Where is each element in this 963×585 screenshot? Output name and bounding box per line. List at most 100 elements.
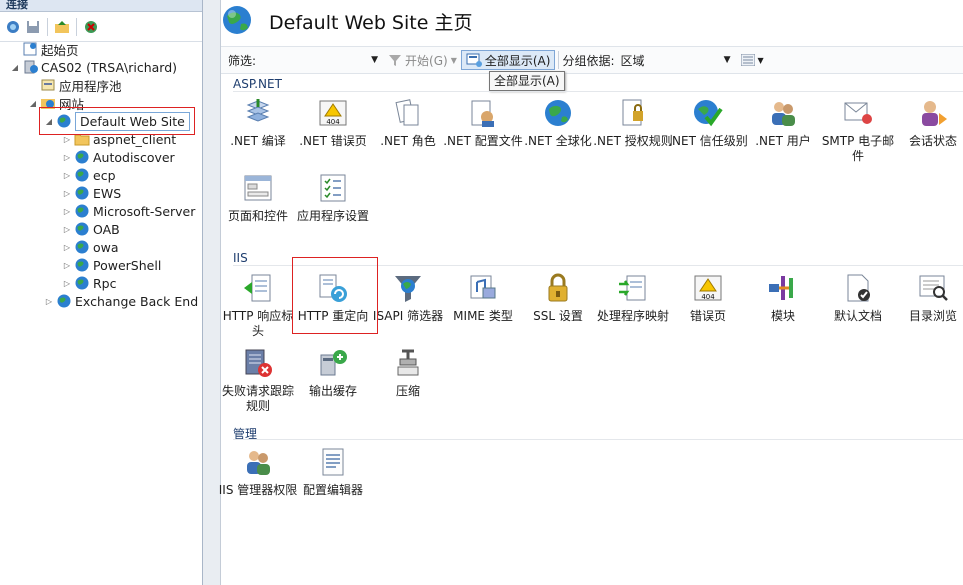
tree-node[interactable]: ▷ Microsoft-Server	[62, 202, 195, 220]
compression-icon	[391, 346, 425, 380]
feature-item[interactable]: HTTP 响应标头	[218, 271, 298, 339]
dotnet-authorization-icon	[616, 96, 650, 130]
show-all-button[interactable]: 全部显示(A)	[460, 50, 556, 70]
feature-item[interactable]: .NET 用户	[743, 96, 823, 149]
tree-expander-icon[interactable]: ▷	[62, 207, 72, 216]
tree-node[interactable]: ▷ ecp	[62, 166, 116, 184]
tree-node[interactable]: ▷ PowerShell	[62, 256, 161, 274]
feature-item[interactable]: SSL 设置	[518, 271, 598, 324]
error-pages-icon: 404	[691, 271, 725, 305]
tree-expander-icon[interactable]: ▷	[62, 279, 72, 288]
feature-item[interactable]: 失败请求跟踪规则	[218, 346, 298, 414]
pages-controls-icon	[241, 171, 275, 205]
tree-expander-icon[interactable]: ▷	[62, 225, 72, 234]
feature-item[interactable]: .NET 角色	[368, 96, 448, 149]
feature-item[interactable]: .NET 信任级别	[668, 96, 748, 149]
tree-node[interactable]: 起始页	[10, 40, 79, 58]
feature-item[interactable]: IIS 管理器权限	[218, 445, 298, 498]
feature-label: .NET 配置文件	[443, 134, 523, 148]
filter-input[interactable]: ▼	[256, 51, 378, 69]
page-header: Default Web Site 主页	[221, 0, 472, 42]
chevron-down-icon: ▼	[450, 55, 457, 65]
app-pools-icon	[40, 77, 56, 93]
filter-bar: 筛选: ▼ 开始(G) ▼ 全部显示(A) 分组依据: 区域 ▼ ▼	[221, 46, 963, 74]
feature-item[interactable]: 目录浏览	[893, 271, 963, 324]
tree-node-label: OAB	[93, 221, 120, 237]
tree-expander-icon[interactable]: ▷	[62, 189, 72, 198]
feature-item[interactable]: 会话状态	[893, 96, 963, 149]
dotnet-users-icon	[766, 96, 800, 130]
section-header[interactable]: ASP.NET	[233, 77, 282, 91]
feature-item[interactable]: 压缩	[368, 346, 448, 399]
view-mode-button[interactable]: ▼	[737, 50, 768, 70]
up-folder-icon[interactable]	[53, 18, 71, 36]
tree-node[interactable]: ◢ CAS02 (TRSA\richard)	[10, 58, 177, 76]
tree-node-label: 应用程序池	[59, 78, 122, 94]
section-header[interactable]: IIS	[233, 251, 248, 265]
tree-node[interactable]: ▷ Autodiscover	[62, 148, 175, 166]
toolbar-separator	[76, 17, 77, 36]
group-by-value: 区域	[620, 53, 645, 68]
tree-node-label: CAS02 (TRSA\richard)	[41, 59, 178, 75]
start-filter-label: 开始(G)	[405, 53, 448, 68]
tree-node[interactable]: 应用程序池	[28, 76, 122, 94]
tree-node[interactable]: ▷ owa	[62, 238, 119, 256]
tree-expander-icon[interactable]: ▷	[62, 135, 72, 144]
save-icon[interactable]	[24, 18, 42, 36]
session-state-icon	[916, 96, 950, 130]
feature-item[interactable]: 404 错误页	[668, 271, 748, 324]
globe-icon	[74, 257, 90, 273]
dotnet-compile-icon	[241, 96, 275, 130]
tree-expander-icon[interactable]: ▷	[44, 297, 54, 306]
feature-item[interactable]: .NET 授权规则	[593, 96, 673, 149]
feature-item[interactable]: 处理程序映射	[593, 271, 673, 324]
tree-node[interactable]: ▷ Exchange Back End	[44, 292, 198, 310]
page-title: Default Web Site 主页	[269, 11, 473, 34]
feature-item[interactable]: ISAPI 筛选器	[368, 271, 448, 324]
feature-item[interactable]: 404 .NET 错误页	[293, 96, 373, 149]
tree-expander-icon[interactable]: ◢	[10, 63, 20, 72]
feature-item[interactable]: .NET 配置文件	[443, 96, 523, 149]
failed-request-tracing-icon	[241, 346, 275, 380]
feature-item[interactable]: 默认文档	[818, 271, 898, 324]
feature-label: 配置编辑器	[302, 483, 363, 497]
dotnet-roles-icon	[391, 96, 425, 130]
feature-label: HTTP 响应标头	[222, 309, 294, 338]
feature-label: MIME 类型	[453, 309, 513, 323]
group-by-select[interactable]: 区域 ▼	[621, 51, 733, 69]
svg-text:404: 404	[326, 118, 340, 126]
feature-label: .NET 错误页	[299, 134, 367, 148]
tree-expander-icon[interactable]: ▷	[62, 171, 72, 180]
tree-expander-icon[interactable]: ▷	[62, 153, 72, 162]
feature-item[interactable]: 输出缓存	[293, 346, 373, 399]
feature-label: 应用程序设置	[296, 209, 369, 223]
feature-item[interactable]: .NET 全球化	[518, 96, 598, 149]
site-globe-icon	[221, 4, 253, 39]
feature-item[interactable]: .NET 编译	[218, 96, 298, 149]
http-redirect-highlight	[292, 257, 378, 334]
tree-node[interactable]: ▷ EWS	[62, 184, 121, 202]
start-filter-button[interactable]: 开始(G) ▼	[384, 50, 461, 70]
section-divider	[233, 91, 963, 92]
iis-manager-permissions-icon	[241, 445, 275, 479]
feature-item[interactable]: 页面和控件	[218, 171, 298, 224]
connect-icon[interactable]	[4, 18, 22, 36]
tree-expander-icon[interactable]: ▷	[62, 261, 72, 270]
feature-item[interactable]: SMTP 电子邮件	[818, 96, 898, 164]
tree-node[interactable]: ▷ OAB	[62, 220, 120, 238]
dotnet-trust-levels-icon	[691, 96, 725, 130]
feature-item[interactable]: 应用程序设置	[293, 171, 373, 224]
feature-label: .NET 编译	[230, 134, 286, 148]
feature-item[interactable]: 配置编辑器	[293, 445, 373, 498]
chevron-down-icon: ▼	[371, 55, 379, 65]
tree-expander-icon[interactable]: ◢	[28, 99, 38, 108]
disconnect-icon[interactable]	[82, 18, 100, 36]
feature-item[interactable]: MIME 类型	[443, 271, 523, 324]
feature-label: 输出缓存	[308, 384, 357, 398]
feature-item[interactable]: 模块	[743, 271, 823, 324]
tree-node[interactable]: ▷ Rpc	[62, 274, 117, 292]
connections-header: 连接	[0, 0, 202, 12]
modules-icon	[766, 271, 800, 305]
tree-expander-icon[interactable]: ▷	[62, 243, 72, 252]
chevron-down-icon: ▼	[757, 55, 764, 65]
